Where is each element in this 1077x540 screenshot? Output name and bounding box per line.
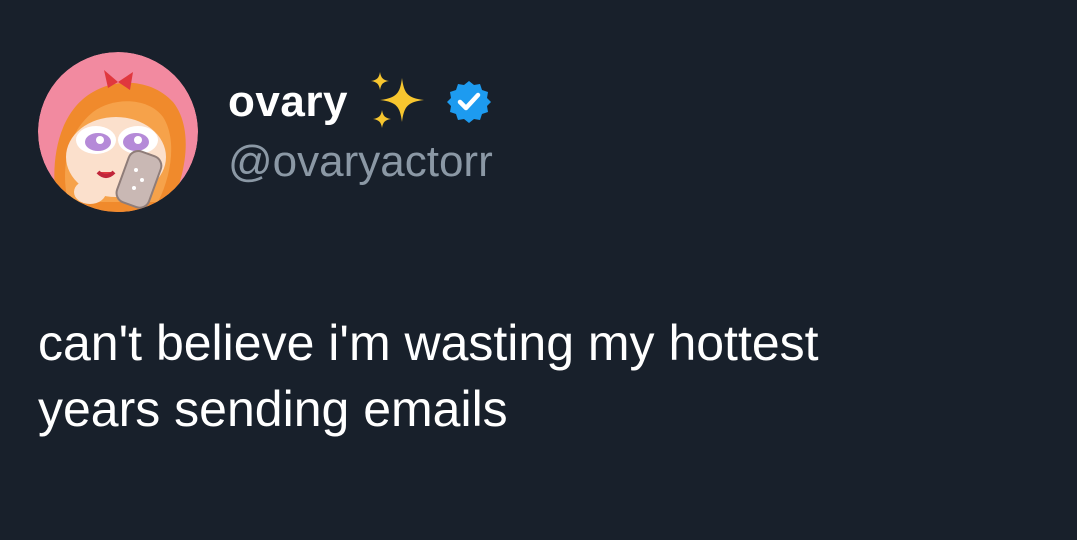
tweet-text-line: can't believe i'm wasting my hottest — [38, 315, 819, 371]
author-handle[interactable]: @ovaryactorr — [228, 140, 493, 184]
tweet-text: can't believe i'm wasting my hottest yea… — [38, 310, 1038, 442]
tweet-card: ovary @ovaryactorr can't believe i'm was… — [0, 0, 1077, 540]
author-avatar[interactable] — [38, 52, 198, 212]
author-display-name[interactable]: ovary — [228, 80, 348, 124]
sparkles-icon — [370, 72, 424, 128]
verified-badge-icon[interactable] — [446, 79, 492, 125]
author-name-row: ovary — [228, 66, 492, 138]
tweet-text-line: years sending emails — [38, 381, 508, 437]
avatar-image — [38, 52, 198, 212]
